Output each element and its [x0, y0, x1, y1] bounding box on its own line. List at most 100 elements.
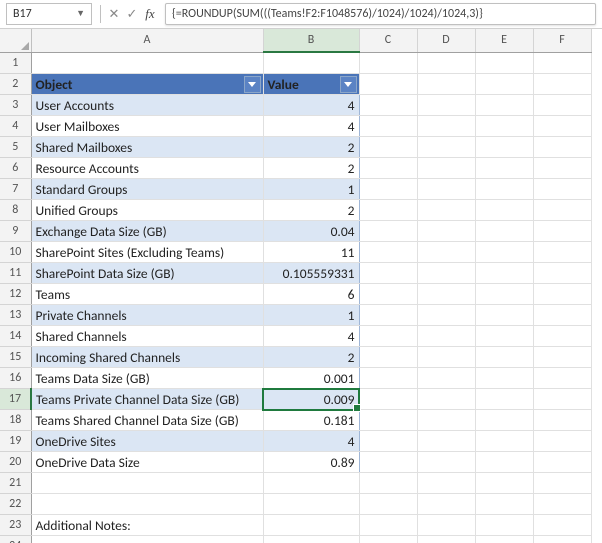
cell-C20[interactable]	[359, 452, 417, 473]
cell-C8[interactable]	[359, 200, 417, 221]
cell-A15[interactable]: Incoming Shared Channels	[31, 347, 263, 368]
cell-D23[interactable]	[417, 515, 475, 536]
cell-E10[interactable]	[475, 242, 533, 263]
col-head-e[interactable]: E	[475, 29, 533, 52]
row-head-21[interactable]: 21	[0, 473, 31, 494]
check-icon[interactable]: ✓	[123, 7, 141, 22]
row-head-7[interactable]: 7	[0, 179, 31, 200]
cell-D19[interactable]	[417, 431, 475, 452]
cell-F22[interactable]	[533, 494, 591, 515]
cell-A22[interactable]	[31, 494, 263, 515]
cell-D8[interactable]	[417, 200, 475, 221]
cell-A2[interactable]: Object	[31, 74, 263, 95]
cell-B9[interactable]: 0.04	[263, 221, 359, 242]
cell-E14[interactable]	[475, 326, 533, 347]
col-head-f[interactable]: F	[533, 29, 591, 52]
cell-D22[interactable]	[417, 494, 475, 515]
cell-F2[interactable]	[533, 74, 591, 95]
cell-C9[interactable]	[359, 221, 417, 242]
cell-F15[interactable]	[533, 347, 591, 368]
cell-B5[interactable]: 2	[263, 137, 359, 158]
cell-C12[interactable]	[359, 284, 417, 305]
cell-A14[interactable]: Shared Channels	[31, 326, 263, 347]
cell-B19[interactable]: 4	[263, 431, 359, 452]
row-head-6[interactable]: 6	[0, 158, 31, 179]
cell-D20[interactable]	[417, 452, 475, 473]
cell-F14[interactable]	[533, 326, 591, 347]
cell-D9[interactable]	[417, 221, 475, 242]
cell-F3[interactable]	[533, 95, 591, 116]
row-head-12[interactable]: 12	[0, 284, 31, 305]
cell-E22[interactable]	[475, 494, 533, 515]
cell-C7[interactable]	[359, 179, 417, 200]
cell-C10[interactable]	[359, 242, 417, 263]
filter-dropdown-icon[interactable]	[244, 76, 261, 93]
cell-B14[interactable]: 4	[263, 326, 359, 347]
cell-C13[interactable]	[359, 305, 417, 326]
cell-E20[interactable]	[475, 452, 533, 473]
cell-F12[interactable]	[533, 284, 591, 305]
cell-A3[interactable]: User Accounts	[31, 95, 263, 116]
cell-B13[interactable]: 1	[263, 305, 359, 326]
cell-B22[interactable]	[263, 494, 359, 515]
cell-E1[interactable]	[475, 52, 533, 74]
cell-C3[interactable]	[359, 95, 417, 116]
cell-C4[interactable]	[359, 116, 417, 137]
cell-D16[interactable]	[417, 368, 475, 389]
cell-A19[interactable]: OneDrive Sites	[31, 431, 263, 452]
row-head-14[interactable]: 14	[0, 326, 31, 347]
cell-E11[interactable]	[475, 263, 533, 284]
cell-F23[interactable]	[533, 515, 591, 536]
cell-F7[interactable]	[533, 179, 591, 200]
row-head-4[interactable]: 4	[0, 116, 31, 137]
cell-B10[interactable]: 11	[263, 242, 359, 263]
cell-D13[interactable]	[417, 305, 475, 326]
cell-A9[interactable]: Exchange Data Size (GB)	[31, 221, 263, 242]
cell-B8[interactable]: 2	[263, 200, 359, 221]
cell-F5[interactable]	[533, 137, 591, 158]
row-head-23[interactable]: 23	[0, 515, 31, 536]
cell-C21[interactable]	[359, 473, 417, 494]
spreadsheet-grid[interactable]: A B C D E F 12ObjectValue3User Accounts4…	[0, 29, 602, 543]
col-head-a[interactable]: A	[31, 29, 263, 52]
cell-E19[interactable]	[475, 431, 533, 452]
cell-F24[interactable]	[533, 536, 591, 543]
cell-C19[interactable]	[359, 431, 417, 452]
cell-D17[interactable]	[417, 389, 475, 410]
cell-D12[interactable]	[417, 284, 475, 305]
cell-A6[interactable]: Resource Accounts	[31, 158, 263, 179]
name-box[interactable]: B17 ▼	[6, 3, 92, 25]
cell-F13[interactable]	[533, 305, 591, 326]
cell-C11[interactable]	[359, 263, 417, 284]
cell-B21[interactable]	[263, 473, 359, 494]
cell-E2[interactable]	[475, 74, 533, 95]
cell-D24[interactable]	[417, 536, 475, 543]
cell-A7[interactable]: Standard Groups	[31, 179, 263, 200]
cell-B1[interactable]	[263, 52, 359, 74]
cell-B12[interactable]: 6	[263, 284, 359, 305]
cell-D10[interactable]	[417, 242, 475, 263]
cell-C2[interactable]	[359, 74, 417, 95]
cell-E15[interactable]	[475, 347, 533, 368]
cell-B16[interactable]: 0.001	[263, 368, 359, 389]
cell-E6[interactable]	[475, 158, 533, 179]
cell-B3[interactable]: 4	[263, 95, 359, 116]
row-head-1[interactable]: 1	[0, 52, 31, 74]
cell-A23[interactable]: Additional Notes:	[31, 515, 263, 536]
row-head-15[interactable]: 15	[0, 347, 31, 368]
cell-A20[interactable]: OneDrive Data Size	[31, 452, 263, 473]
fx-icon[interactable]: fx	[141, 6, 159, 22]
cell-F16[interactable]	[533, 368, 591, 389]
cell-D21[interactable]	[417, 473, 475, 494]
cell-C14[interactable]	[359, 326, 417, 347]
select-all-corner[interactable]	[0, 29, 31, 52]
cell-C18[interactable]	[359, 410, 417, 431]
cell-A12[interactable]: Teams	[31, 284, 263, 305]
cell-B2[interactable]: Value	[263, 74, 359, 95]
cell-E3[interactable]	[475, 95, 533, 116]
cell-C24[interactable]	[359, 536, 417, 543]
cell-B6[interactable]: 2	[263, 158, 359, 179]
cell-E8[interactable]	[475, 200, 533, 221]
cell-B18[interactable]: 0.181	[263, 410, 359, 431]
cell-F19[interactable]	[533, 431, 591, 452]
